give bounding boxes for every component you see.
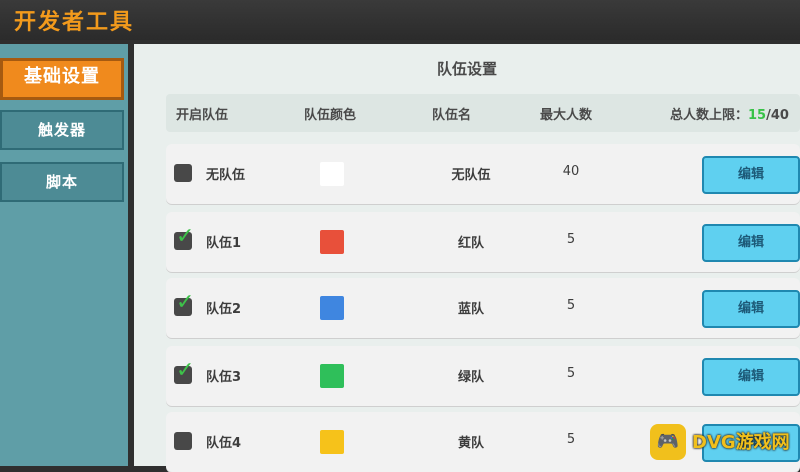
team-slot: 队伍3 [206, 370, 242, 385]
watermark-text: DVG游戏网 [692, 432, 790, 453]
team-color-swatch[interactable] [320, 364, 344, 388]
team-display-name: 红队 [457, 236, 484, 251]
team-display-name: 绿队 [457, 370, 484, 385]
panel-title: 队伍设置 [436, 60, 497, 78]
sidebar: 基础设置 触发器 脚本 [0, 44, 128, 466]
team-color-swatch[interactable] [320, 296, 344, 320]
limit-label: 总人数上限： [670, 108, 749, 123]
team-slot: 无队伍 [206, 168, 246, 183]
team-max-players: 5 [566, 366, 576, 381]
sidebar-item-scripts[interactable]: 脚本 [0, 162, 124, 202]
table-row: ✓ 队伍3 绿队 5 编辑 [166, 346, 800, 406]
watermark: 🎮 DVG游戏网 [650, 422, 800, 466]
team-max-players: 5 [566, 298, 576, 313]
enable-checkbox[interactable]: ✓ [174, 360, 194, 384]
limit-total: /40 [766, 108, 789, 123]
team-max-players: 5 [566, 432, 576, 447]
team-display-name: 黄队 [457, 436, 484, 451]
limit-current: 15 [748, 108, 767, 123]
team-slot: 队伍4 [206, 436, 242, 451]
header-max: 最大人数 [540, 108, 593, 123]
team-color-swatch[interactable] [320, 430, 344, 454]
enable-checkbox[interactable]: ✓ [174, 226, 194, 250]
header-color: 队伍颜色 [304, 108, 357, 123]
header-limit: 总人数上限：15/40 [670, 104, 789, 123]
edit-button[interactable]: 编辑 [702, 358, 800, 396]
app-title: 开发者工具 [14, 10, 135, 35]
header-enable: 开启队伍 [176, 108, 229, 123]
team-settings-panel: 队伍设置 开启队伍 队伍颜色 队伍名 最大人数 总人数上限：15/40 无队伍 … [134, 44, 800, 472]
team-slot: 队伍1 [206, 236, 242, 251]
team-display-name: 无队伍 [451, 168, 491, 183]
header-name: 队伍名 [432, 108, 472, 123]
table-row: 无队伍 无队伍 40 编辑 [166, 144, 800, 204]
team-max-players: 5 [566, 232, 576, 247]
team-color-swatch[interactable] [320, 162, 344, 186]
sidebar-item-basic-settings[interactable]: 基础设置 [0, 58, 124, 100]
team-display-name: 蓝队 [457, 302, 484, 317]
checkmark-icon: ✓ [176, 358, 195, 383]
edit-button[interactable]: 编辑 [702, 156, 800, 194]
edit-button[interactable]: 编辑 [702, 224, 800, 262]
team-max-players: 40 [562, 164, 580, 179]
team-slot: 队伍2 [206, 302, 242, 317]
table-row: ✓ 队伍2 蓝队 5 编辑 [166, 278, 800, 338]
table-row: ✓ 队伍1 红队 5 编辑 [166, 212, 800, 272]
edit-button[interactable]: 编辑 [702, 290, 800, 328]
enable-checkbox[interactable] [174, 432, 192, 450]
enable-checkbox[interactable]: ✓ [174, 292, 194, 316]
checkmark-icon: ✓ [176, 290, 195, 315]
team-color-swatch[interactable] [320, 230, 344, 254]
gamepad-icon: 🎮 [650, 424, 686, 460]
sidebar-item-triggers[interactable]: 触发器 [0, 110, 124, 150]
enable-checkbox[interactable] [174, 164, 192, 182]
table-header: 开启队伍 队伍颜色 队伍名 最大人数 总人数上限：15/40 [166, 94, 800, 132]
title-bar: 开发者工具 [0, 0, 800, 40]
checkmark-icon: ✓ [176, 224, 195, 249]
